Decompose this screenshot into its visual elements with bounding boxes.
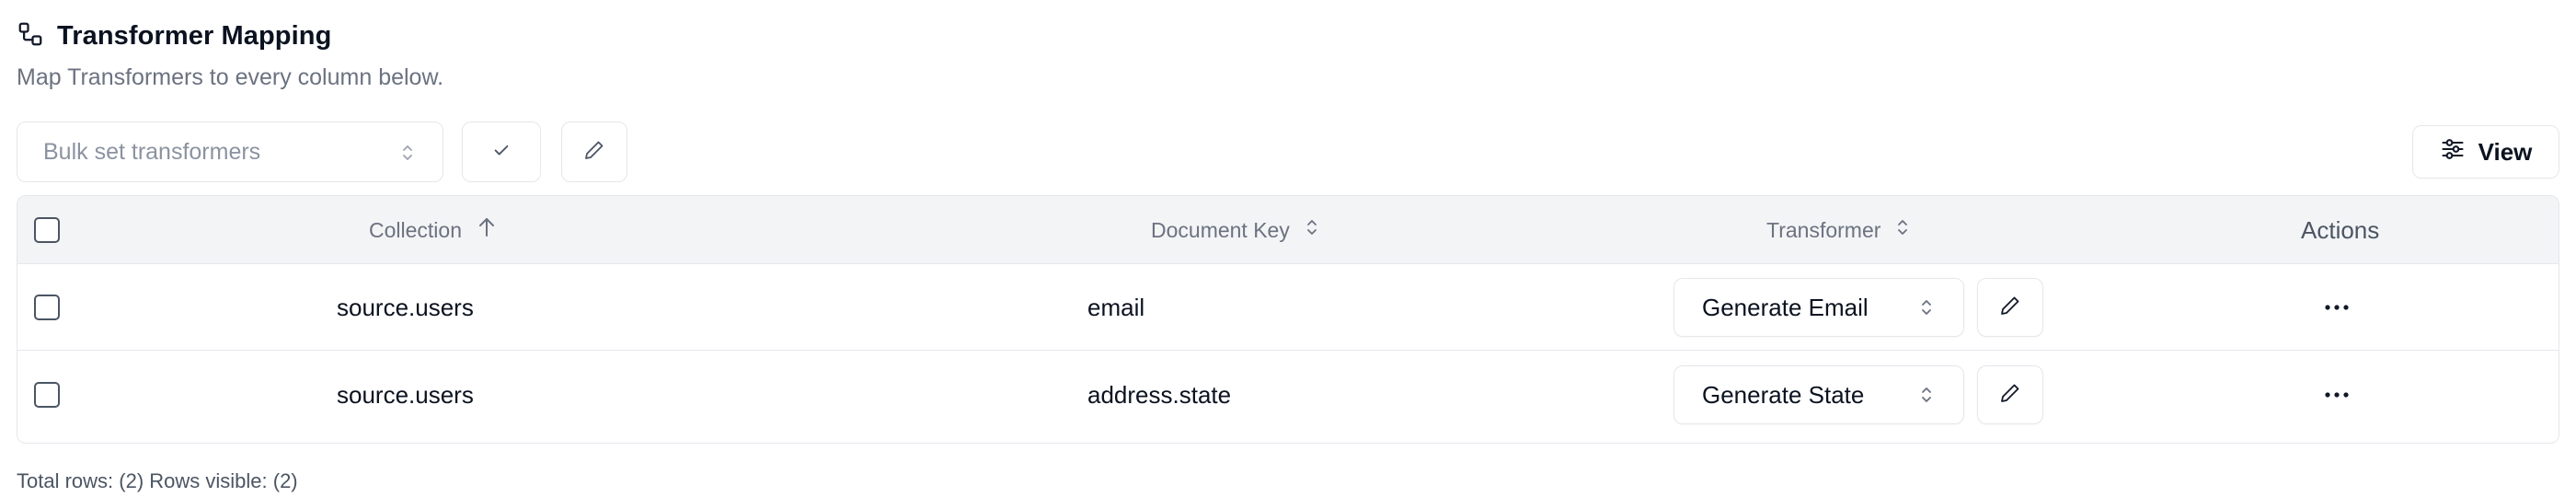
select-all-cell xyxy=(34,196,60,264)
bulk-transformer-select[interactable]: Bulk set transformers xyxy=(17,121,443,182)
table-row-count: Total rows: (2) Rows visible: (2) xyxy=(17,469,298,492)
column-header-transformer[interactable]: Transformer xyxy=(1766,196,1910,264)
collection-cell: source.users xyxy=(337,380,474,409)
page-title: Transformer Mapping xyxy=(57,21,332,51)
column-label: Transformer xyxy=(1766,217,1881,242)
column-header-collection[interactable]: Collection xyxy=(369,196,497,264)
transformer-select-value: Generate State xyxy=(1702,380,1865,409)
edit-transformer-button[interactable] xyxy=(1977,365,2043,424)
page-header: Transformer Mapping xyxy=(17,20,331,52)
bulk-edit-button[interactable] xyxy=(561,121,627,182)
apply-bulk-button[interactable] xyxy=(462,121,541,182)
document-key-cell: address.state xyxy=(1087,380,1232,409)
column-label: Document Key xyxy=(1151,217,1290,242)
mapping-table: Collection Document Key Transformer Acti… xyxy=(17,195,2559,444)
chevrons-up-down-icon xyxy=(1305,215,1319,245)
document-key-cell: email xyxy=(1087,293,1145,321)
transformer-select[interactable]: Generate State xyxy=(1673,365,1964,424)
pencil-icon xyxy=(1999,295,2021,321)
row-checkbox[interactable] xyxy=(34,382,60,408)
check-icon xyxy=(491,140,512,165)
view-options-label: View xyxy=(2478,137,2533,166)
select-all-checkbox[interactable] xyxy=(34,217,60,243)
table-header: Collection Document Key Transformer Acti… xyxy=(17,196,2559,264)
chevrons-up-down-icon xyxy=(1895,215,1910,245)
row-actions-button[interactable] xyxy=(2323,295,2351,324)
transformer-mapping-page: Transformer Mapping Map Transformers to … xyxy=(0,0,2576,497)
sliders-icon xyxy=(2440,136,2466,168)
chevrons-up-down-icon xyxy=(1919,295,1934,326)
chevrons-up-down-icon xyxy=(1919,383,1934,413)
pencil-icon xyxy=(583,139,605,166)
table-row: source.users email Generate Email xyxy=(17,264,2559,351)
table-row: source.users address.state Generate Stat… xyxy=(17,352,2559,438)
view-options-button[interactable]: View xyxy=(2412,125,2559,179)
column-header-actions: Actions xyxy=(2301,196,2379,264)
collection-cell: source.users xyxy=(337,293,474,321)
sort-ascending-icon xyxy=(477,215,497,245)
column-label: Collection xyxy=(369,217,462,242)
edit-transformer-button[interactable] xyxy=(1977,278,2043,337)
row-checkbox[interactable] xyxy=(34,295,60,320)
transformer-select-value: Generate Email xyxy=(1702,293,1869,321)
page-subtitle: Map Transformers to every column below. xyxy=(17,64,444,90)
more-horizontal-icon xyxy=(2323,392,2351,410)
mapping-icon xyxy=(17,20,44,52)
chevrons-up-down-icon xyxy=(400,141,415,171)
bulk-transformer-placeholder: Bulk set transformers xyxy=(43,138,261,165)
column-label: Actions xyxy=(2301,215,2380,244)
row-actions-button[interactable] xyxy=(2323,383,2351,411)
transformer-select[interactable]: Generate Email xyxy=(1673,278,1964,337)
row-select-cell xyxy=(34,264,60,351)
pencil-icon xyxy=(1999,382,2021,409)
column-header-document-key[interactable]: Document Key xyxy=(1151,196,1319,264)
row-select-cell xyxy=(34,352,60,438)
more-horizontal-icon xyxy=(2323,305,2351,323)
